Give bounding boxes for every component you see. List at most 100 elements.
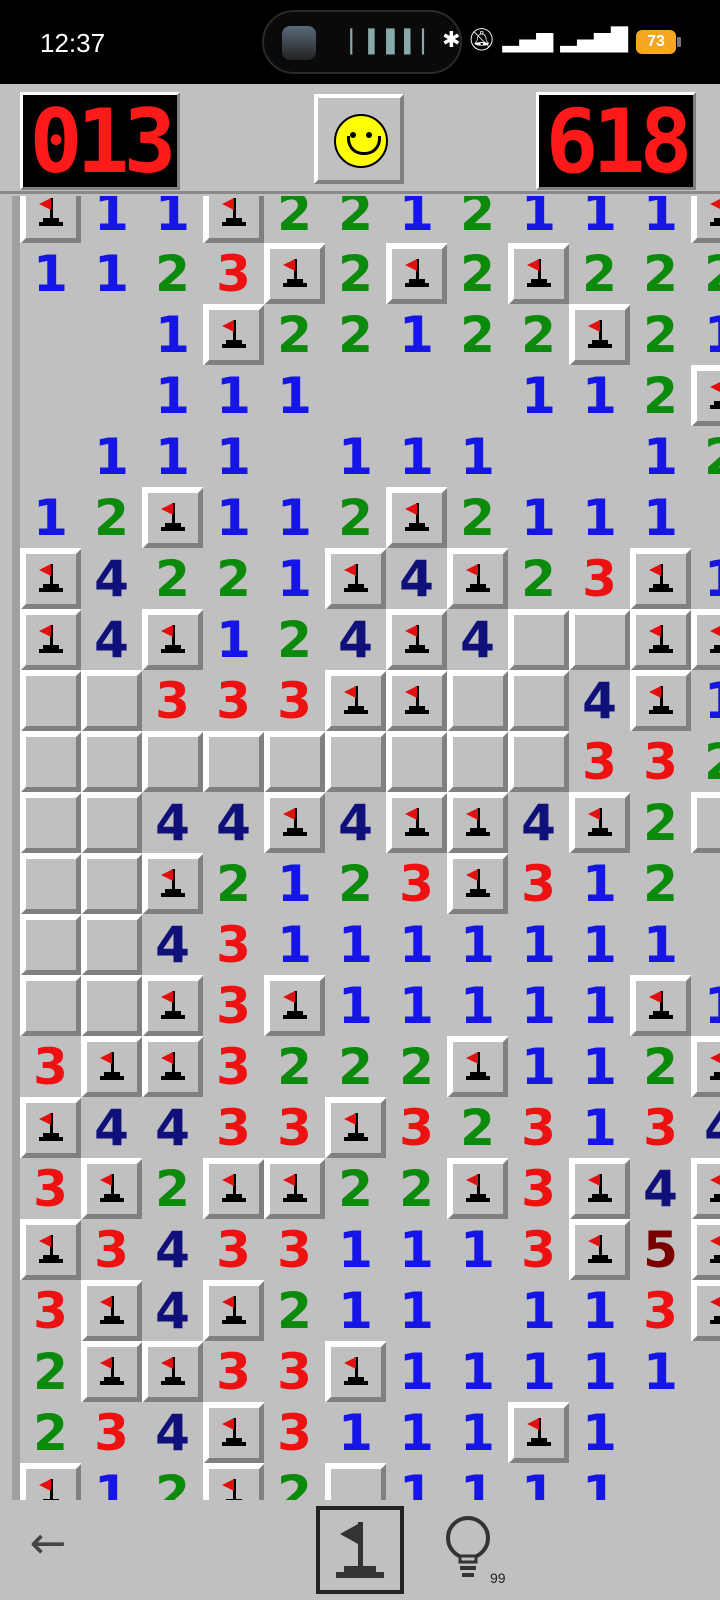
- flagged-cell[interactable]: [691, 1036, 720, 1098]
- empty-cell[interactable]: [691, 914, 720, 976]
- number-cell[interactable]: 3: [264, 1097, 326, 1159]
- flagged-cell[interactable]: [447, 1158, 509, 1220]
- number-cell[interactable]: 1: [691, 975, 720, 1037]
- flagged-cell[interactable]: [325, 548, 387, 610]
- number-cell[interactable]: 2: [447, 243, 509, 305]
- flagged-cell[interactable]: [386, 243, 448, 305]
- number-cell[interactable]: 1: [142, 304, 204, 366]
- number-cell[interactable]: 4: [81, 548, 143, 610]
- number-cell[interactable]: 3: [386, 1097, 448, 1159]
- unrevealed-cell[interactable]: [20, 975, 82, 1037]
- number-cell[interactable]: 3: [508, 1097, 570, 1159]
- number-cell[interactable]: 1: [508, 1341, 570, 1403]
- number-cell[interactable]: 4: [630, 1158, 692, 1220]
- number-cell[interactable]: 2: [325, 304, 387, 366]
- number-cell[interactable]: 2: [508, 548, 570, 610]
- empty-cell[interactable]: [447, 365, 509, 427]
- number-cell[interactable]: 1: [386, 1219, 448, 1281]
- empty-cell[interactable]: [20, 426, 82, 488]
- number-cell[interactable]: 1: [691, 670, 720, 732]
- number-cell[interactable]: 3: [203, 1341, 265, 1403]
- unrevealed-cell[interactable]: [81, 731, 143, 793]
- number-cell[interactable]: 2: [386, 1036, 448, 1098]
- number-cell[interactable]: 2: [447, 487, 509, 549]
- number-cell[interactable]: 2: [630, 304, 692, 366]
- number-cell[interactable]: 2: [325, 1158, 387, 1220]
- number-cell[interactable]: 2: [264, 1036, 326, 1098]
- flagged-cell[interactable]: [691, 1280, 720, 1342]
- flagged-cell[interactable]: [20, 196, 82, 244]
- number-cell[interactable]: 3: [508, 1158, 570, 1220]
- unrevealed-cell[interactable]: [386, 731, 448, 793]
- flagged-cell[interactable]: [203, 1158, 265, 1220]
- number-cell[interactable]: 1: [142, 426, 204, 488]
- number-cell[interactable]: 4: [447, 609, 509, 671]
- number-cell[interactable]: 3: [264, 1402, 326, 1464]
- number-cell[interactable]: 3: [20, 1036, 82, 1098]
- flag-mode-button[interactable]: [316, 1506, 404, 1594]
- unrevealed-cell[interactable]: [508, 609, 570, 671]
- flagged-cell[interactable]: [691, 196, 720, 244]
- minefield-board[interactable]: 1122121111123222221221222111111211111112…: [12, 196, 720, 1500]
- unrevealed-cell[interactable]: [20, 914, 82, 976]
- number-cell[interactable]: 2: [142, 548, 204, 610]
- flagged-cell[interactable]: [264, 1158, 326, 1220]
- number-cell[interactable]: 1: [508, 196, 570, 244]
- number-cell[interactable]: 2: [203, 548, 265, 610]
- number-cell[interactable]: 2: [325, 1036, 387, 1098]
- empty-cell[interactable]: [630, 1463, 692, 1500]
- number-cell[interactable]: 3: [203, 914, 265, 976]
- number-cell[interactable]: 2: [691, 731, 720, 793]
- flagged-cell[interactable]: [569, 1219, 631, 1281]
- number-cell[interactable]: 1: [386, 1402, 448, 1464]
- number-cell[interactable]: 4: [142, 914, 204, 976]
- unrevealed-cell[interactable]: [447, 670, 509, 732]
- number-cell[interactable]: 3: [508, 1219, 570, 1281]
- number-cell[interactable]: 1: [264, 914, 326, 976]
- flagged-cell[interactable]: [691, 1158, 720, 1220]
- number-cell[interactable]: 3: [203, 1036, 265, 1098]
- flagged-cell[interactable]: [447, 548, 509, 610]
- number-cell[interactable]: 2: [142, 243, 204, 305]
- number-cell[interactable]: 2: [142, 1158, 204, 1220]
- flagged-cell[interactable]: [569, 792, 631, 854]
- number-cell[interactable]: 1: [81, 196, 143, 244]
- flagged-cell[interactable]: [264, 792, 326, 854]
- unrevealed-cell[interactable]: [325, 731, 387, 793]
- number-cell[interactable]: 2: [325, 853, 387, 915]
- number-cell[interactable]: 2: [142, 1463, 204, 1500]
- empty-cell[interactable]: [386, 365, 448, 427]
- number-cell[interactable]: 1: [386, 426, 448, 488]
- number-cell[interactable]: 1: [569, 914, 631, 976]
- number-cell[interactable]: 3: [508, 853, 570, 915]
- number-cell[interactable]: 2: [630, 1036, 692, 1098]
- number-cell[interactable]: 3: [386, 853, 448, 915]
- number-cell[interactable]: 1: [508, 1036, 570, 1098]
- unrevealed-cell[interactable]: [142, 731, 204, 793]
- number-cell[interactable]: 3: [569, 731, 631, 793]
- number-cell[interactable]: 1: [81, 426, 143, 488]
- flagged-cell[interactable]: [630, 548, 692, 610]
- number-cell[interactable]: 2: [264, 304, 326, 366]
- unrevealed-cell[interactable]: [203, 731, 265, 793]
- flagged-cell[interactable]: [203, 1402, 265, 1464]
- number-cell[interactable]: 1: [264, 853, 326, 915]
- number-cell[interactable]: 1: [81, 243, 143, 305]
- unrevealed-cell[interactable]: [81, 975, 143, 1037]
- flagged-cell[interactable]: [508, 243, 570, 305]
- flagged-cell[interactable]: [630, 670, 692, 732]
- number-cell[interactable]: 1: [325, 975, 387, 1037]
- number-cell[interactable]: 2: [264, 609, 326, 671]
- number-cell[interactable]: 4: [81, 1097, 143, 1159]
- number-cell[interactable]: 1: [508, 1463, 570, 1500]
- empty-cell[interactable]: [81, 365, 143, 427]
- number-cell[interactable]: 1: [20, 243, 82, 305]
- unrevealed-cell[interactable]: [81, 670, 143, 732]
- number-cell[interactable]: 2: [386, 1158, 448, 1220]
- unrevealed-cell[interactable]: [81, 853, 143, 915]
- number-cell[interactable]: 1: [508, 914, 570, 976]
- number-cell[interactable]: 1: [569, 1341, 631, 1403]
- flagged-cell[interactable]: [81, 1158, 143, 1220]
- number-cell[interactable]: 1: [447, 1219, 509, 1281]
- number-cell[interactable]: 4: [81, 609, 143, 671]
